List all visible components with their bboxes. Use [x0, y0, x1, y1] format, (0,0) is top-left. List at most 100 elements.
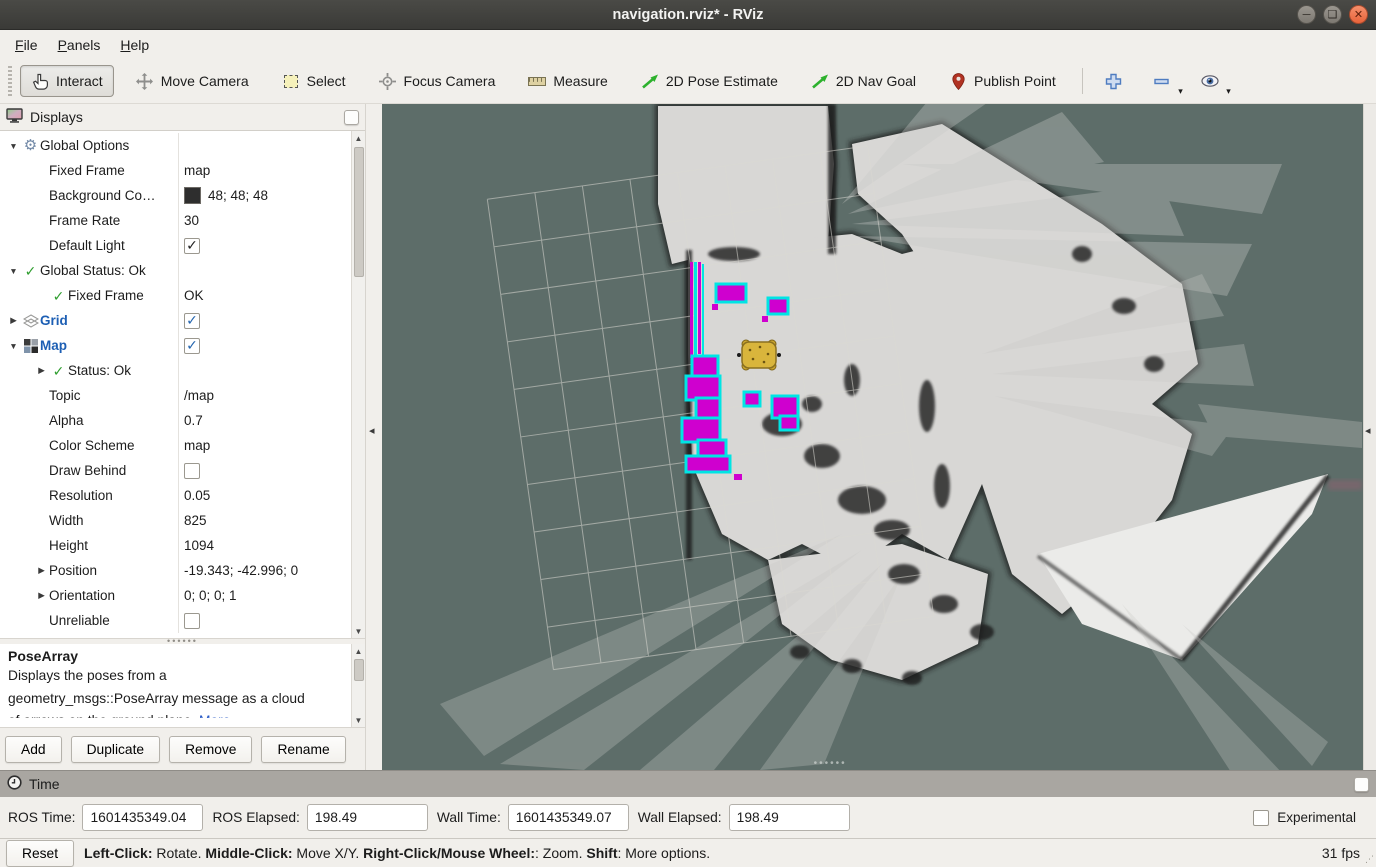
wall-elapsed-input[interactable]: [729, 804, 850, 831]
tool-publish-point[interactable]: Publish Point: [938, 65, 1067, 97]
property-label: Status: Ok: [68, 363, 131, 378]
maximize-button[interactable]: ❑: [1323, 5, 1342, 24]
tree-row-unreliable[interactable]: Unreliable: [0, 608, 351, 633]
menu-help[interactable]: Help: [111, 33, 158, 57]
scroll-up-icon[interactable]: ▲: [352, 131, 365, 145]
tool-2d-pose-estimate[interactable]: 2D Pose Estimate: [630, 65, 789, 97]
tree-row-grid[interactable]: ▶Grid✓: [0, 308, 351, 333]
property-value[interactable]: -19.343; -42.996; 0: [184, 563, 298, 578]
ros-elapsed-input[interactable]: [307, 804, 428, 831]
ros-time-input[interactable]: [82, 804, 203, 831]
tree-row-topic[interactable]: Topic/map: [0, 383, 351, 408]
expander-right-icon[interactable]: ▶: [34, 565, 49, 576]
property-value[interactable]: map: [184, 438, 210, 453]
property-checkbox[interactable]: [184, 613, 200, 629]
scroll-up-icon[interactable]: ▲: [352, 644, 365, 658]
property-label: Alpha: [49, 413, 84, 428]
property-checkbox[interactable]: [184, 463, 200, 479]
property-value[interactable]: map: [184, 163, 210, 178]
wall-time-input[interactable]: [508, 804, 629, 831]
property-value[interactable]: 0; 0; 0; 1: [184, 588, 237, 603]
tree-row-status-ok[interactable]: ▶✓Status: Ok: [0, 358, 351, 383]
tree-row-global-status-ok[interactable]: ▼✓Global Status: Ok: [0, 258, 351, 283]
property-value[interactable]: 0.05: [184, 488, 210, 503]
expander-right-icon[interactable]: ▶: [6, 315, 21, 326]
expander-down-icon[interactable]: ▼: [6, 341, 21, 351]
property-value[interactable]: 48; 48; 48: [208, 188, 268, 203]
tree-row-fixed-frame[interactable]: ✓Fixed FrameOK: [0, 283, 351, 308]
tree-row-map[interactable]: ▼Map✓: [0, 333, 351, 358]
expander-right-icon[interactable]: ▶: [34, 590, 49, 601]
add-display-button[interactable]: [1097, 68, 1131, 94]
tool-move-camera[interactable]: Move Camera: [125, 65, 260, 97]
minimize-button[interactable]: ─: [1297, 5, 1316, 24]
tool-select[interactable]: Select: [271, 65, 357, 97]
tree-row-resolution[interactable]: Resolution0.05: [0, 483, 351, 508]
tree-row-color-scheme[interactable]: Color Schememap: [0, 433, 351, 458]
check-icon: ✓: [49, 364, 68, 378]
tree-row-width[interactable]: Width825: [0, 508, 351, 533]
panel-float-button[interactable]: [1354, 777, 1369, 792]
tool-interact[interactable]: Interact: [20, 65, 114, 97]
collapse-left-icon[interactable]: ◂: [369, 424, 375, 437]
scroll-thumb[interactable]: [354, 147, 364, 277]
more-link[interactable]: More...: [199, 713, 242, 718]
displays-panel-header[interactable]: Displays: [0, 104, 365, 131]
tree-row-global-options[interactable]: ▼⚙Global Options: [0, 133, 351, 158]
property-value[interactable]: 825: [184, 513, 207, 528]
tool-measure[interactable]: Measure: [517, 65, 618, 97]
title-bar[interactable]: navigation.rviz* - RViz ─❑✕: [0, 0, 1376, 30]
property-value[interactable]: /map: [184, 388, 214, 403]
tree-row-position[interactable]: ▶Position-19.343; -42.996; 0: [0, 558, 351, 583]
scroll-down-icon[interactable]: ▼: [352, 624, 365, 638]
menu-panels[interactable]: Panels: [49, 33, 110, 57]
remove-button[interactable]: Remove: [169, 736, 252, 763]
tree-row-fixed-frame[interactable]: Fixed Framemap: [0, 158, 351, 183]
remove-display-button[interactable]: ▾: [1145, 68, 1179, 94]
tree-row-height[interactable]: Height1094: [0, 533, 351, 558]
property-value[interactable]: OK: [184, 288, 204, 303]
tree-scrollbar[interactable]: ▲ ▼: [351, 131, 365, 638]
property-value[interactable]: 0.7: [184, 413, 203, 428]
property-checkbox[interactable]: ✓: [184, 313, 200, 329]
tree-row-alpha[interactable]: Alpha 0.7: [0, 408, 351, 433]
collapse-right-icon[interactable]: ◂: [1365, 424, 1371, 437]
tree-row-draw-behind[interactable]: Draw Behind: [0, 458, 351, 483]
reset-button[interactable]: Reset: [6, 840, 74, 867]
scroll-thumb[interactable]: [354, 659, 364, 681]
color-swatch[interactable]: [184, 187, 201, 204]
tree-row-orientation[interactable]: ▶Orientation0; 0; 0; 1: [0, 583, 351, 608]
tool-2d-nav-goal[interactable]: 2D Nav Goal: [800, 65, 927, 97]
tree-row-default-light[interactable]: Default Light✓: [0, 233, 351, 258]
property-value[interactable]: 1094: [184, 538, 214, 553]
experimental-checkbox[interactable]: [1253, 810, 1269, 826]
tool-focus-camera[interactable]: Focus Camera: [368, 65, 507, 97]
property-value[interactable]: 30: [184, 213, 199, 228]
menu-file[interactable]: File: [6, 33, 47, 57]
panel-float-button[interactable]: [344, 110, 359, 125]
description-scrollbar[interactable]: ▲ ▼: [351, 644, 365, 727]
window-resize-grip[interactable]: ⋰: [1365, 854, 1374, 865]
viewport-splitter-grip[interactable]: ••••••: [814, 758, 847, 769]
viewport-left-splitter[interactable]: ◂: [366, 104, 382, 770]
expander-right-icon[interactable]: ▶: [34, 365, 49, 376]
tree-row-frame-rate[interactable]: Frame Rate30: [0, 208, 351, 233]
toolbar-drag-handle[interactable]: [8, 66, 12, 96]
tree-row-background-co[interactable]: Background Co…48; 48; 48: [0, 183, 351, 208]
camera-type-button[interactable]: ▾: [1193, 68, 1227, 94]
time-panel-header[interactable]: Time: [0, 770, 1376, 797]
expander-down-icon[interactable]: ▼: [6, 141, 21, 151]
dropdown-caret-icon[interactable]: ▾: [1178, 86, 1183, 97]
expander-down-icon[interactable]: ▼: [6, 266, 21, 276]
property-checkbox[interactable]: ✓: [184, 238, 200, 254]
3d-viewport[interactable]: ••••••: [382, 104, 1363, 770]
green-arrow-icon: [641, 72, 659, 90]
property-checkbox[interactable]: ✓: [184, 338, 200, 354]
scroll-down-icon[interactable]: ▼: [352, 713, 365, 727]
dropdown-caret-icon[interactable]: ▾: [1226, 86, 1231, 97]
close-button[interactable]: ✕: [1349, 5, 1368, 24]
duplicate-button[interactable]: Duplicate: [71, 736, 161, 763]
rename-button[interactable]: Rename: [261, 736, 345, 763]
viewport-right-splitter[interactable]: ◂: [1363, 104, 1376, 770]
add-button[interactable]: Add: [5, 736, 62, 763]
